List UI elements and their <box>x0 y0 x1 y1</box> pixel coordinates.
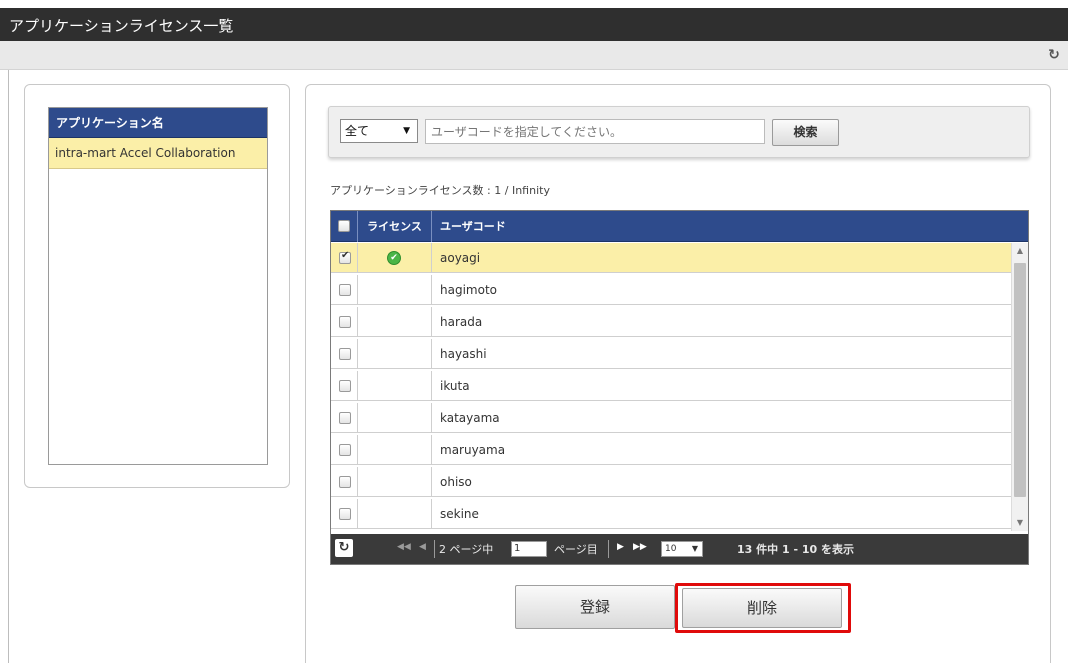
page-suffix-text: ページ目 <box>554 543 598 556</box>
row-check-cell <box>331 243 358 273</box>
dropdown-arrow-icon: ▼ <box>403 126 410 136</box>
title-bar: アプリケーションライセンス一覧 <box>0 8 1068 41</box>
row-checkbox[interactable] <box>339 476 351 488</box>
header-license[interactable]: ライセンス <box>358 211 432 242</box>
header-user-code[interactable]: ユーザコード <box>432 211 1028 242</box>
license-count: アプリケーションライセンス数 : 1 / Infinity <box>330 184 550 197</box>
scroll-up-icon[interactable]: ▲ <box>1012 243 1028 259</box>
app-list-header: アプリケーション名 <box>49 108 267 138</box>
row-user-code: hayashi <box>440 347 487 361</box>
license-panel: 全て ▼ 検索 アプリケーションライセンス数 : 1 / Infinity ライ… <box>305 84 1051 663</box>
grid-header: ライセンス ユーザコード <box>331 211 1028 242</box>
pager-divider <box>434 540 435 558</box>
delete-button[interactable]: 削除 <box>682 588 842 628</box>
register-button[interactable]: 登録 <box>515 585 675 629</box>
page-count-text: 2 ページ中 <box>439 543 494 556</box>
row-check-cell <box>331 275 358 305</box>
row-checkbox[interactable] <box>339 284 351 296</box>
search-button[interactable]: 検索 <box>772 119 839 146</box>
license-check-icon: ✔ <box>387 251 401 265</box>
pager: ↻ ◀◀ ◀ 2 ページ中 1 ページ目 ▶ ▶▶ 10 ▼ 13 件中 1 -… <box>331 534 1028 564</box>
row-check-cell <box>331 403 358 433</box>
table-row[interactable]: hagimoto <box>331 275 1011 305</box>
app-list-panel: アプリケーション名 intra-mart Accel Collaboration <box>24 84 290 488</box>
grid-body: ✔ aoyagi hagimoto harada hayashi ikuta katayam… <box>331 243 1011 531</box>
filter-select[interactable]: 全て ▼ <box>340 119 418 143</box>
row-checkbox[interactable] <box>339 508 351 520</box>
row-check-cell <box>331 435 358 465</box>
app-list-item[interactable]: intra-mart Accel Collaboration <box>49 138 267 169</box>
rows-per-page-select[interactable]: 10 ▼ <box>661 541 703 557</box>
scroll-down-icon[interactable]: ▼ <box>1012 515 1028 531</box>
table-row[interactable]: ohiso <box>331 467 1011 497</box>
next-page-icon[interactable]: ▶ <box>617 542 624 552</box>
dropdown-arrow-icon: ▼ <box>691 544 698 553</box>
row-checkbox[interactable] <box>339 250 351 264</box>
search-bar: 全て ▼ 検索 <box>328 106 1030 158</box>
row-license-cell <box>358 371 432 401</box>
row-checkbox[interactable] <box>339 444 351 456</box>
last-page-icon[interactable]: ▶▶ <box>633 542 647 552</box>
filter-select-value: 全て <box>345 124 370 138</box>
table-row[interactable]: ikuta <box>331 371 1011 401</box>
row-user-code: aoyagi <box>440 251 481 265</box>
row-license-cell <box>358 467 432 497</box>
row-user-code: sekine <box>440 507 479 521</box>
grid-scrollbar[interactable]: ▲ ▼ <box>1011 243 1028 531</box>
select-all-checkbox[interactable] <box>338 220 350 232</box>
row-check-cell <box>331 467 358 497</box>
row-user-code: ohiso <box>440 475 472 489</box>
toolbar: ↻ <box>0 41 1068 70</box>
row-checkbox[interactable] <box>339 412 351 424</box>
row-license-cell <box>358 499 432 529</box>
page-title: アプリケーションライセンス一覧 <box>9 17 234 35</box>
row-checkbox[interactable] <box>339 380 351 392</box>
pager-refresh-icon[interactable]: ↻ <box>335 539 353 557</box>
row-user-code: ikuta <box>440 379 470 393</box>
row-license-cell: ✔ <box>358 243 432 273</box>
refresh-icon[interactable]: ↻ <box>1046 47 1062 63</box>
table-row[interactable]: hayashi <box>331 339 1011 369</box>
scroll-thumb[interactable] <box>1014 263 1026 497</box>
row-user-code: maruyama <box>440 443 506 457</box>
row-license-cell <box>358 307 432 337</box>
table-row[interactable]: maruyama <box>331 435 1011 465</box>
header-select-all-cell <box>331 211 358 242</box>
row-checkbox[interactable] <box>339 348 351 360</box>
app-list: アプリケーション名 intra-mart Accel Collaboration <box>48 107 268 465</box>
first-page-icon[interactable]: ◀◀ <box>397 542 411 552</box>
row-check-cell <box>331 499 358 529</box>
table-row[interactable]: sekine <box>331 499 1011 529</box>
page-number-input[interactable]: 1 <box>511 541 547 557</box>
prev-page-icon[interactable]: ◀ <box>419 542 426 552</box>
user-code-input[interactable] <box>425 119 765 144</box>
record-summary: 13 件中 1 - 10 を表示 <box>737 543 854 556</box>
pager-divider <box>608 540 609 558</box>
row-license-cell <box>358 275 432 305</box>
row-checkbox[interactable] <box>339 316 351 328</box>
row-license-cell <box>358 403 432 433</box>
row-check-cell <box>331 371 358 401</box>
row-check-cell <box>331 339 358 369</box>
row-license-cell <box>358 339 432 369</box>
row-check-cell <box>331 307 358 337</box>
row-user-code: harada <box>440 315 483 329</box>
row-user-code: hagimoto <box>440 283 497 297</box>
user-license-grid: ライセンス ユーザコード ✔ aoyagi hagimoto harada hayash… <box>330 210 1029 565</box>
row-user-code: katayama <box>440 411 500 425</box>
rows-per-page-value: 10 <box>665 544 677 554</box>
table-row[interactable]: katayama <box>331 403 1011 433</box>
delete-button-highlight: 削除 <box>675 583 851 633</box>
row-license-cell <box>358 435 432 465</box>
table-row[interactable]: harada <box>331 307 1011 337</box>
table-row[interactable]: ✔ aoyagi <box>331 243 1011 273</box>
frame-border <box>8 70 9 663</box>
